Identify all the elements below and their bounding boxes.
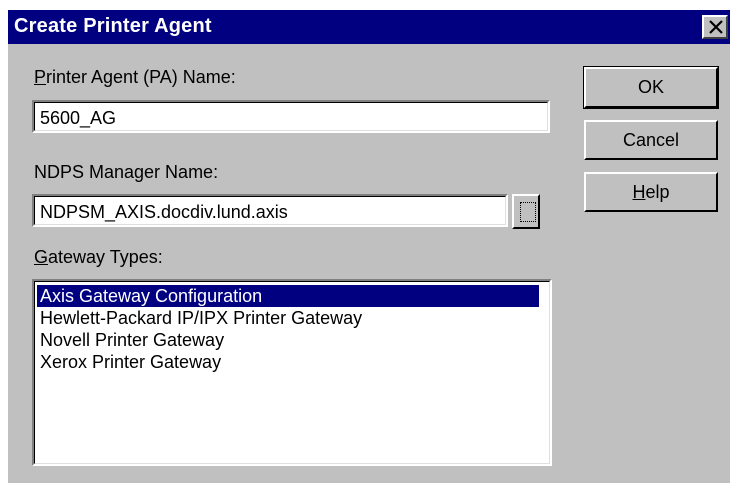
cancel-button[interactable]: Cancel (584, 120, 718, 160)
window-title: Create Printer Agent (14, 15, 212, 37)
list-item-hp-gateway[interactable]: Hewlett-Packard IP/IPX Printer Gateway (37, 307, 539, 329)
title-bar[interactable]: Create Printer Agent (8, 10, 730, 44)
list-item-axis-gateway[interactable]: Axis Gateway Configuration (37, 285, 539, 307)
pa-name-value: 5600_AG (40, 108, 117, 128)
manager-name-input[interactable]: NDPSM_AXIS.docdiv.lund.axis (32, 194, 508, 227)
browse-manager-button[interactable] (512, 194, 540, 229)
list-item-novell-gateway[interactable]: Novell Printer Gateway (37, 329, 539, 351)
help-button[interactable]: Help (584, 172, 718, 212)
list-item-xerox-gateway[interactable]: Xerox Printer Gateway (37, 351, 539, 373)
create-printer-agent-dialog: Create Printer Agent Printer Agent (PA) … (0, 0, 732, 483)
manager-name-label: NDPS Manager Name: (34, 162, 219, 182)
manager-name-value: NDPSM_AXIS.docdiv.lund.axis (40, 202, 288, 222)
browse-ellipsis-icon (520, 202, 536, 222)
pa-name-input[interactable]: 5600_AG (32, 100, 550, 133)
gateway-types-label: Gateway Types: (34, 247, 163, 267)
close-button[interactable] (702, 15, 728, 39)
pa-name-label: Printer Agent (PA) Name: (34, 67, 236, 87)
dialog-body: Printer Agent (PA) Name: 5600_AG NDPS Ma… (8, 44, 730, 483)
gateway-types-list[interactable]: Axis Gateway Configuration Hewlett-Packa… (32, 279, 552, 466)
ok-button[interactable]: OK (583, 66, 719, 109)
